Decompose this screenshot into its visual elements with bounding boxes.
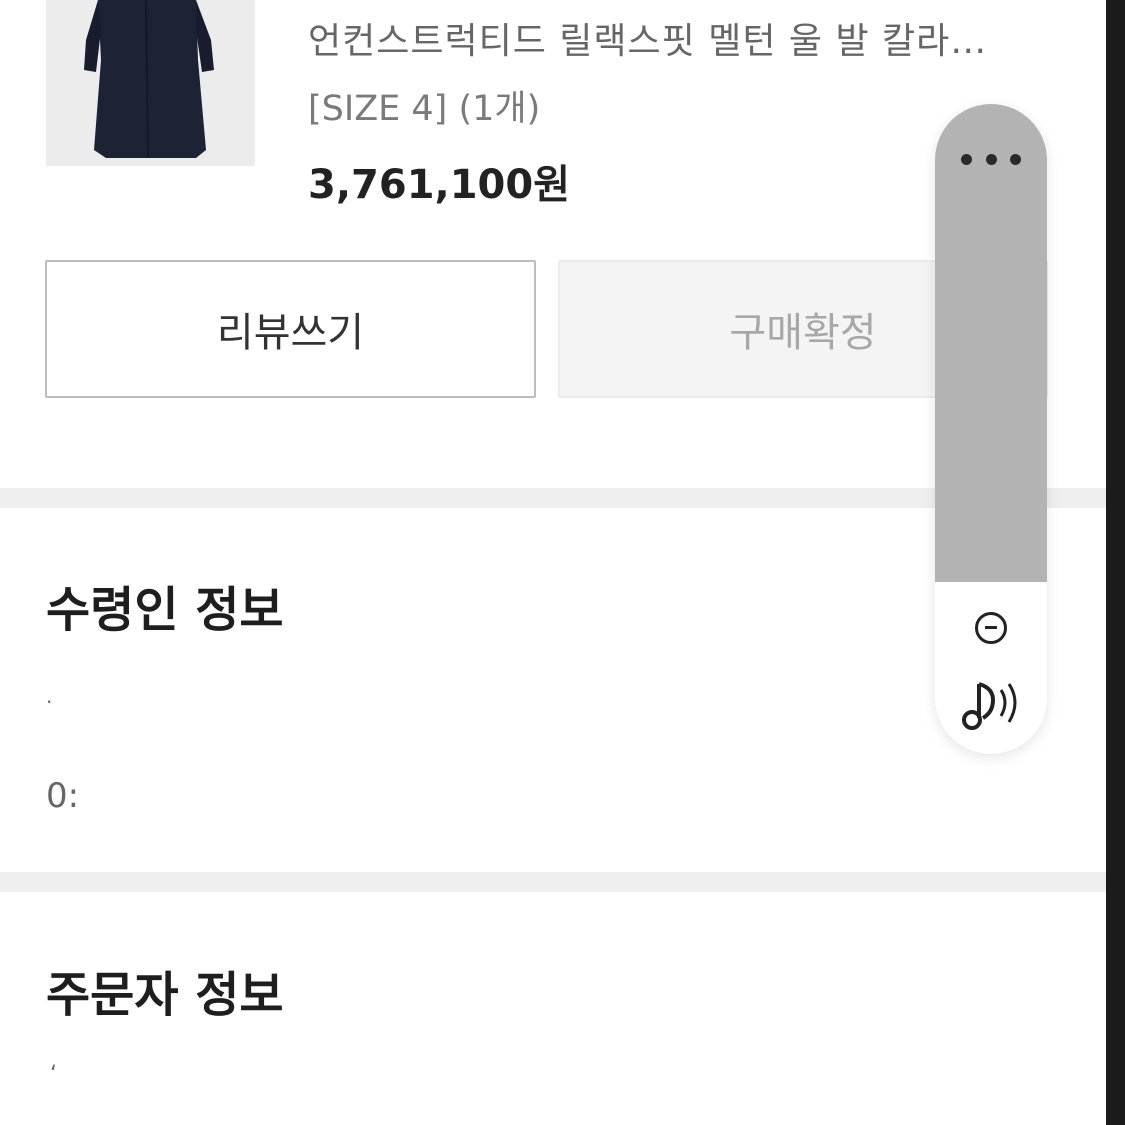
product-price: 3,761,100원 [308,162,571,208]
product-option: [SIZE 4] (1개) [308,89,541,129]
section-divider [0,872,1106,892]
minus-circle-icon[interactable] [975,612,1007,644]
write-review-button[interactable]: 리뷰쓰기 [45,260,536,398]
more-icon[interactable] [961,144,1021,174]
product-thumbnail[interactable] [46,0,255,166]
recipient-line-partial: 0: [46,776,80,816]
recipient-info-title: 수령인 정보 [46,582,284,638]
floating-toolbar-handle[interactable] [935,104,1047,582]
sound-icon[interactable] [959,674,1025,734]
orderer-info-title: 주문자 정보 [46,967,284,1023]
write-review-label: 리뷰쓰기 [216,310,365,356]
orderer-mark: ‘ [50,1062,57,1087]
confirm-purchase-label: 구매확정 [729,310,877,356]
coat-image [46,0,255,166]
recipient-mark: · [46,690,53,714]
floating-toolbar [935,104,1047,754]
screen-edge [1106,0,1125,1125]
product-name: 언컨스트럭티드 릴랙스핏 멜턴 울 발 칼라… [308,21,988,62]
